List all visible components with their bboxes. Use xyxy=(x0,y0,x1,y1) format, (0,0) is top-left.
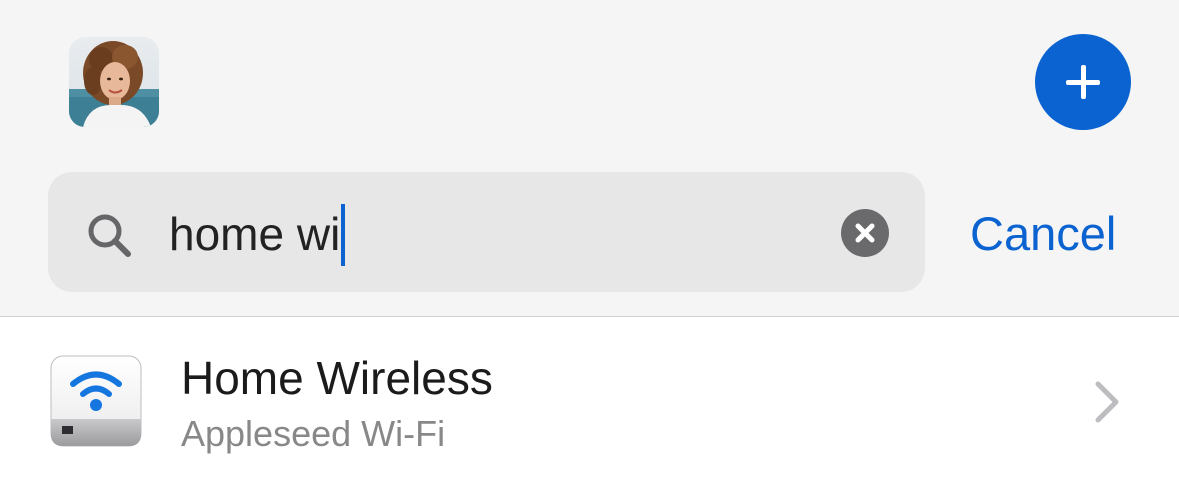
search-screen: home wi Cancel Home Wireless Appleseed W… xyxy=(0,0,1179,502)
plus-icon xyxy=(1066,65,1100,99)
text-caret xyxy=(341,203,346,266)
avatar[interactable] xyxy=(69,37,159,127)
clear-search-button[interactable] xyxy=(841,209,889,257)
avatar-photo-icon xyxy=(69,37,159,127)
search-input[interactable]: home wi xyxy=(169,196,346,272)
list-item[interactable] xyxy=(0,317,1179,502)
clear-circle-icon xyxy=(855,223,875,243)
search-icon xyxy=(88,214,131,257)
chevron-right-icon xyxy=(1095,381,1119,423)
result-subtitle: Appleseed Wi-Fi xyxy=(181,413,446,454)
cancel-button[interactable]: Cancel xyxy=(970,196,1116,272)
search-input-text: home wi xyxy=(169,208,341,260)
add-button[interactable] xyxy=(1035,34,1131,130)
result-title: Home Wireless xyxy=(181,352,493,404)
wifi-router-icon xyxy=(50,355,142,447)
